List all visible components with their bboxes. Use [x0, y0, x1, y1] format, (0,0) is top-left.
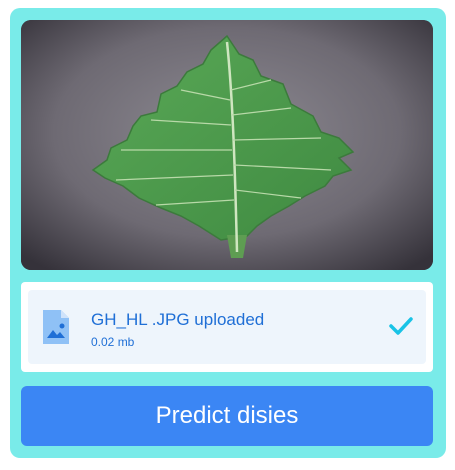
leaf-preview-image: [21, 20, 433, 270]
image-file-icon: [43, 310, 69, 344]
file-name-text: GH_HL .JPG uploaded: [91, 310, 265, 329]
uploaded-file-panel: GH_HL .JPG uploaded 0.02 mb: [21, 282, 433, 372]
leaf-photo: [21, 20, 433, 270]
uploaded-file-item: GH_HL .JPG uploaded 0.02 mb: [28, 290, 426, 364]
check-icon: [389, 317, 413, 335]
upload-card: GH_HL .JPG uploaded 0.02 mb Predict disi…: [10, 8, 446, 458]
predict-button[interactable]: Predict disies: [21, 386, 433, 446]
file-size-text: 0.02 mb: [91, 335, 135, 349]
